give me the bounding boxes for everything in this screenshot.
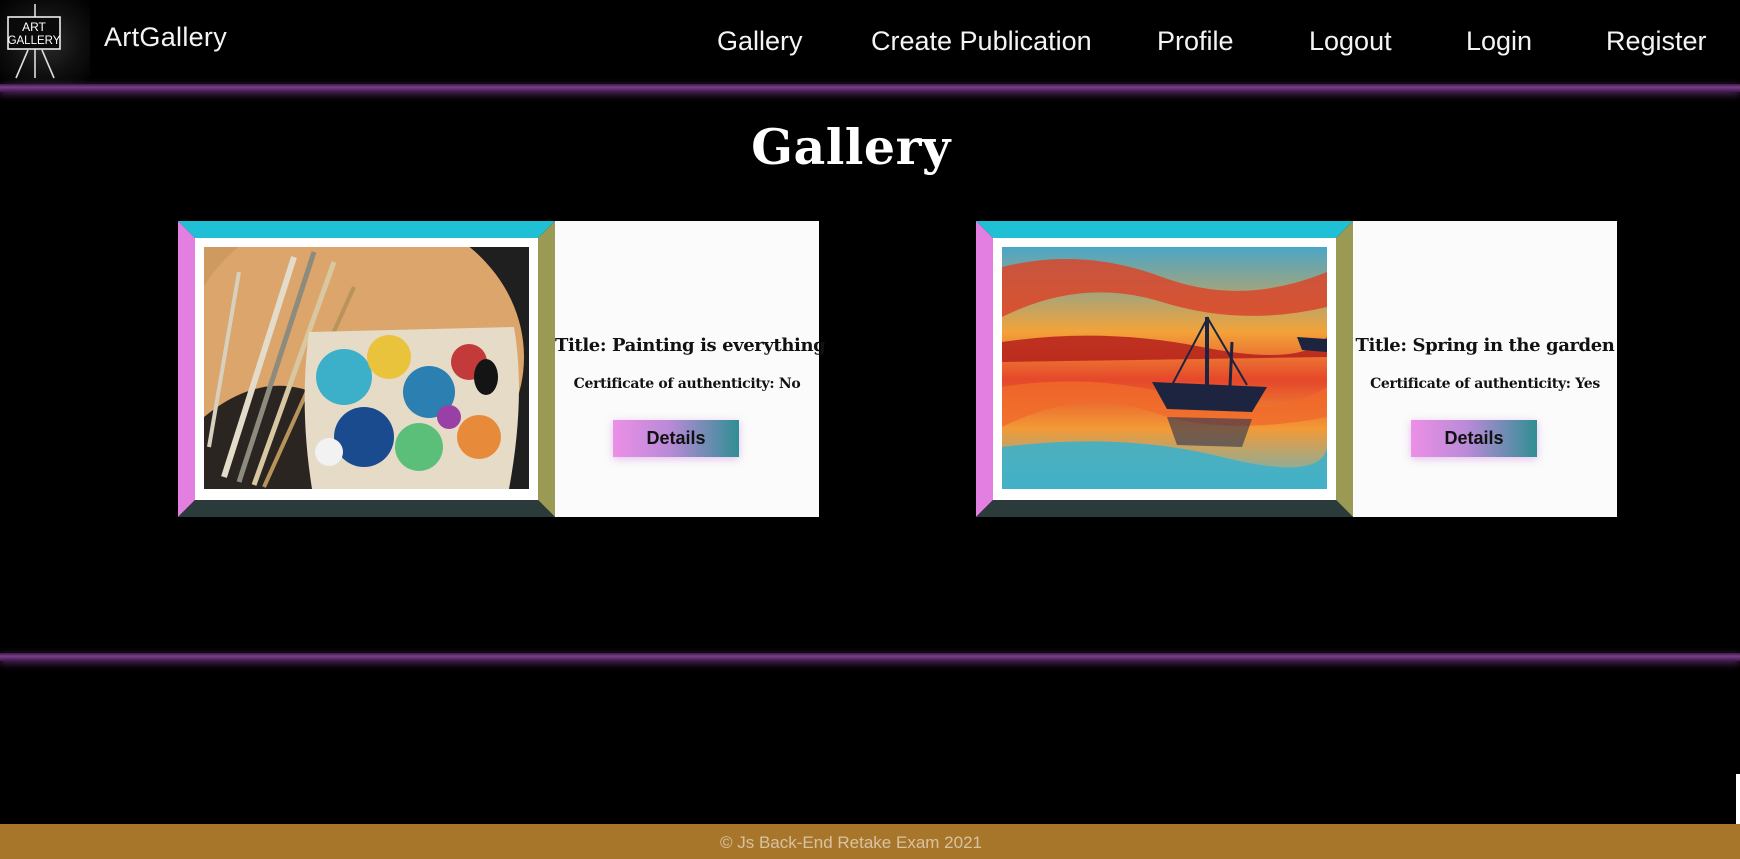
gallery-card: Title: Painting is everything Certificat… bbox=[178, 221, 826, 517]
svg-text:ART: ART bbox=[22, 20, 46, 34]
page-title: Gallery bbox=[751, 118, 951, 176]
nav-gallery[interactable]: Gallery bbox=[717, 26, 803, 57]
card-title: Title: Spring in the garden bbox=[1355, 335, 1615, 356]
card-certificate: Certificate of authenticity: No bbox=[573, 376, 801, 392]
nav-create-publication[interactable]: Create Publication bbox=[871, 26, 1092, 57]
gallery-card: Title: Spring in the garden Certificate … bbox=[976, 221, 1617, 517]
logo[interactable]: ART GALLERY bbox=[0, 0, 90, 84]
easel-icon: ART GALLERY bbox=[7, 4, 61, 79]
palette-and-brushes-painting[interactable] bbox=[204, 247, 529, 489]
header-divider bbox=[0, 84, 1740, 92]
card-info: Title: Spring in the garden Certificate … bbox=[1353, 221, 1617, 517]
nav-profile[interactable]: Profile bbox=[1157, 26, 1234, 57]
nav-login[interactable]: Login bbox=[1466, 26, 1532, 57]
picture-mat bbox=[993, 238, 1336, 500]
svg-text:GALLERY: GALLERY bbox=[8, 35, 61, 47]
scrollbar[interactable] bbox=[1736, 774, 1740, 824]
top-navbar: ART GALLERY ArtGallery Gallery Create Pu… bbox=[0, 0, 1740, 84]
footer: © Js Back-End Retake Exam 2021 bbox=[0, 824, 1740, 859]
nav-logout[interactable]: Logout bbox=[1309, 26, 1392, 57]
card-title: Title: Painting is everything bbox=[555, 335, 826, 356]
brand-name[interactable]: ArtGallery bbox=[104, 22, 227, 53]
picture-frame bbox=[976, 221, 1353, 517]
details-button[interactable]: Details bbox=[613, 420, 739, 457]
footer-copyright: © Js Back-End Retake Exam 2021 bbox=[720, 833, 982, 852]
footer-divider bbox=[0, 653, 1740, 661]
card-certificate: Certificate of authenticity: Yes bbox=[1370, 376, 1600, 392]
boat-at-sunset-painting[interactable] bbox=[1002, 247, 1327, 489]
card-info: Title: Painting is everything Certificat… bbox=[555, 221, 826, 517]
picture-mat bbox=[195, 238, 538, 500]
nav-register[interactable]: Register bbox=[1606, 26, 1707, 57]
picture-frame bbox=[178, 221, 555, 517]
details-button[interactable]: Details bbox=[1411, 420, 1537, 457]
